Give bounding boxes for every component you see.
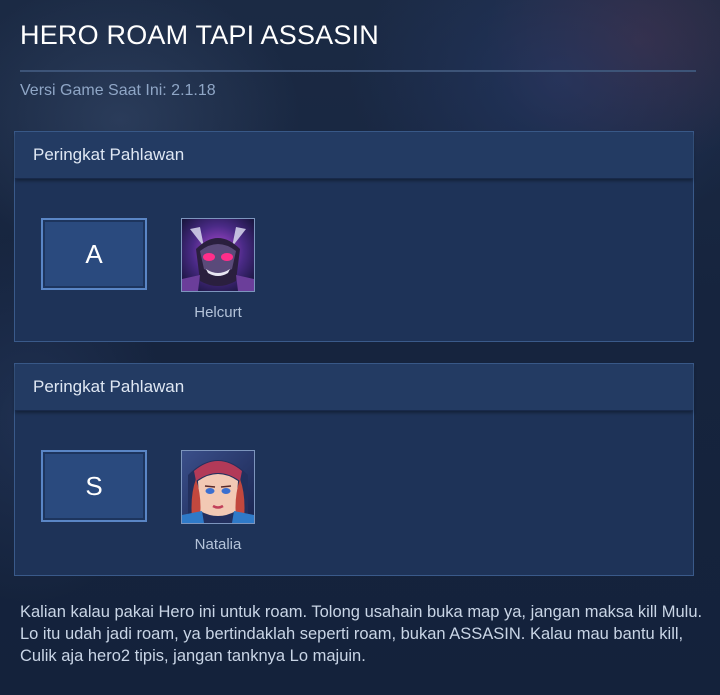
tier-description: Kalian kalau pakai Hero ini untuk roam. … bbox=[20, 603, 703, 665]
tier-badge: A bbox=[41, 218, 147, 290]
panel-heading: Peringkat Pahlawan bbox=[15, 364, 693, 411]
tier-panel-s: Peringkat Pahlawan S Natalia bbox=[14, 363, 694, 576]
hero-card-helcurt[interactable]: Helcurt bbox=[179, 218, 257, 321]
tier-panel-a: Peringkat Pahlawan A Helcurt bbox=[14, 131, 694, 342]
hero-card-natalia[interactable]: Natalia bbox=[179, 450, 257, 553]
tier-badge: S bbox=[41, 450, 147, 522]
game-version: Versi Game Saat Ini: 2.1.18 bbox=[20, 82, 216, 99]
hero-name: Helcurt bbox=[194, 304, 242, 321]
panel-heading: Peringkat Pahlawan bbox=[15, 132, 693, 179]
hero-name: Natalia bbox=[194, 536, 242, 553]
page-title: HERO ROAM TAPI ASSASIN bbox=[20, 20, 379, 50]
helcurt-portrait-icon[interactable] bbox=[181, 218, 255, 292]
natalia-portrait-icon[interactable] bbox=[181, 450, 255, 524]
title-divider bbox=[20, 70, 696, 72]
